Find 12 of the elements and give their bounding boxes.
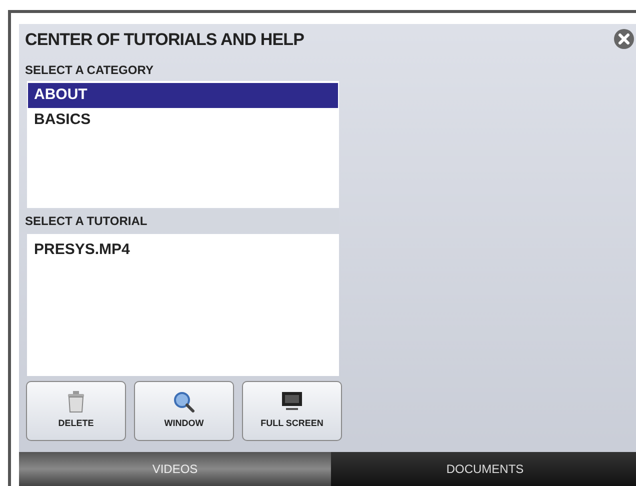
list-item[interactable]: ABOUT xyxy=(28,82,338,108)
tab[interactable]: DOCUMENTS xyxy=(331,452,636,486)
trash-icon xyxy=(67,390,85,413)
delete-button[interactable]: DELETE xyxy=(26,380,126,440)
section-label: SELECT A TUTORIAL xyxy=(24,212,148,230)
fullscreen-button[interactable]: FULL SCREEN xyxy=(242,380,342,440)
close-icon[interactable] xyxy=(613,28,635,50)
window-title: CENTER OF TUTORIALS AND HELP xyxy=(25,29,304,51)
section-label: SELECT A CATEGORY xyxy=(24,62,154,78)
magnifier-icon xyxy=(173,390,195,413)
screen-icon xyxy=(280,390,304,413)
window-button[interactable]: WINDOW xyxy=(134,380,234,440)
